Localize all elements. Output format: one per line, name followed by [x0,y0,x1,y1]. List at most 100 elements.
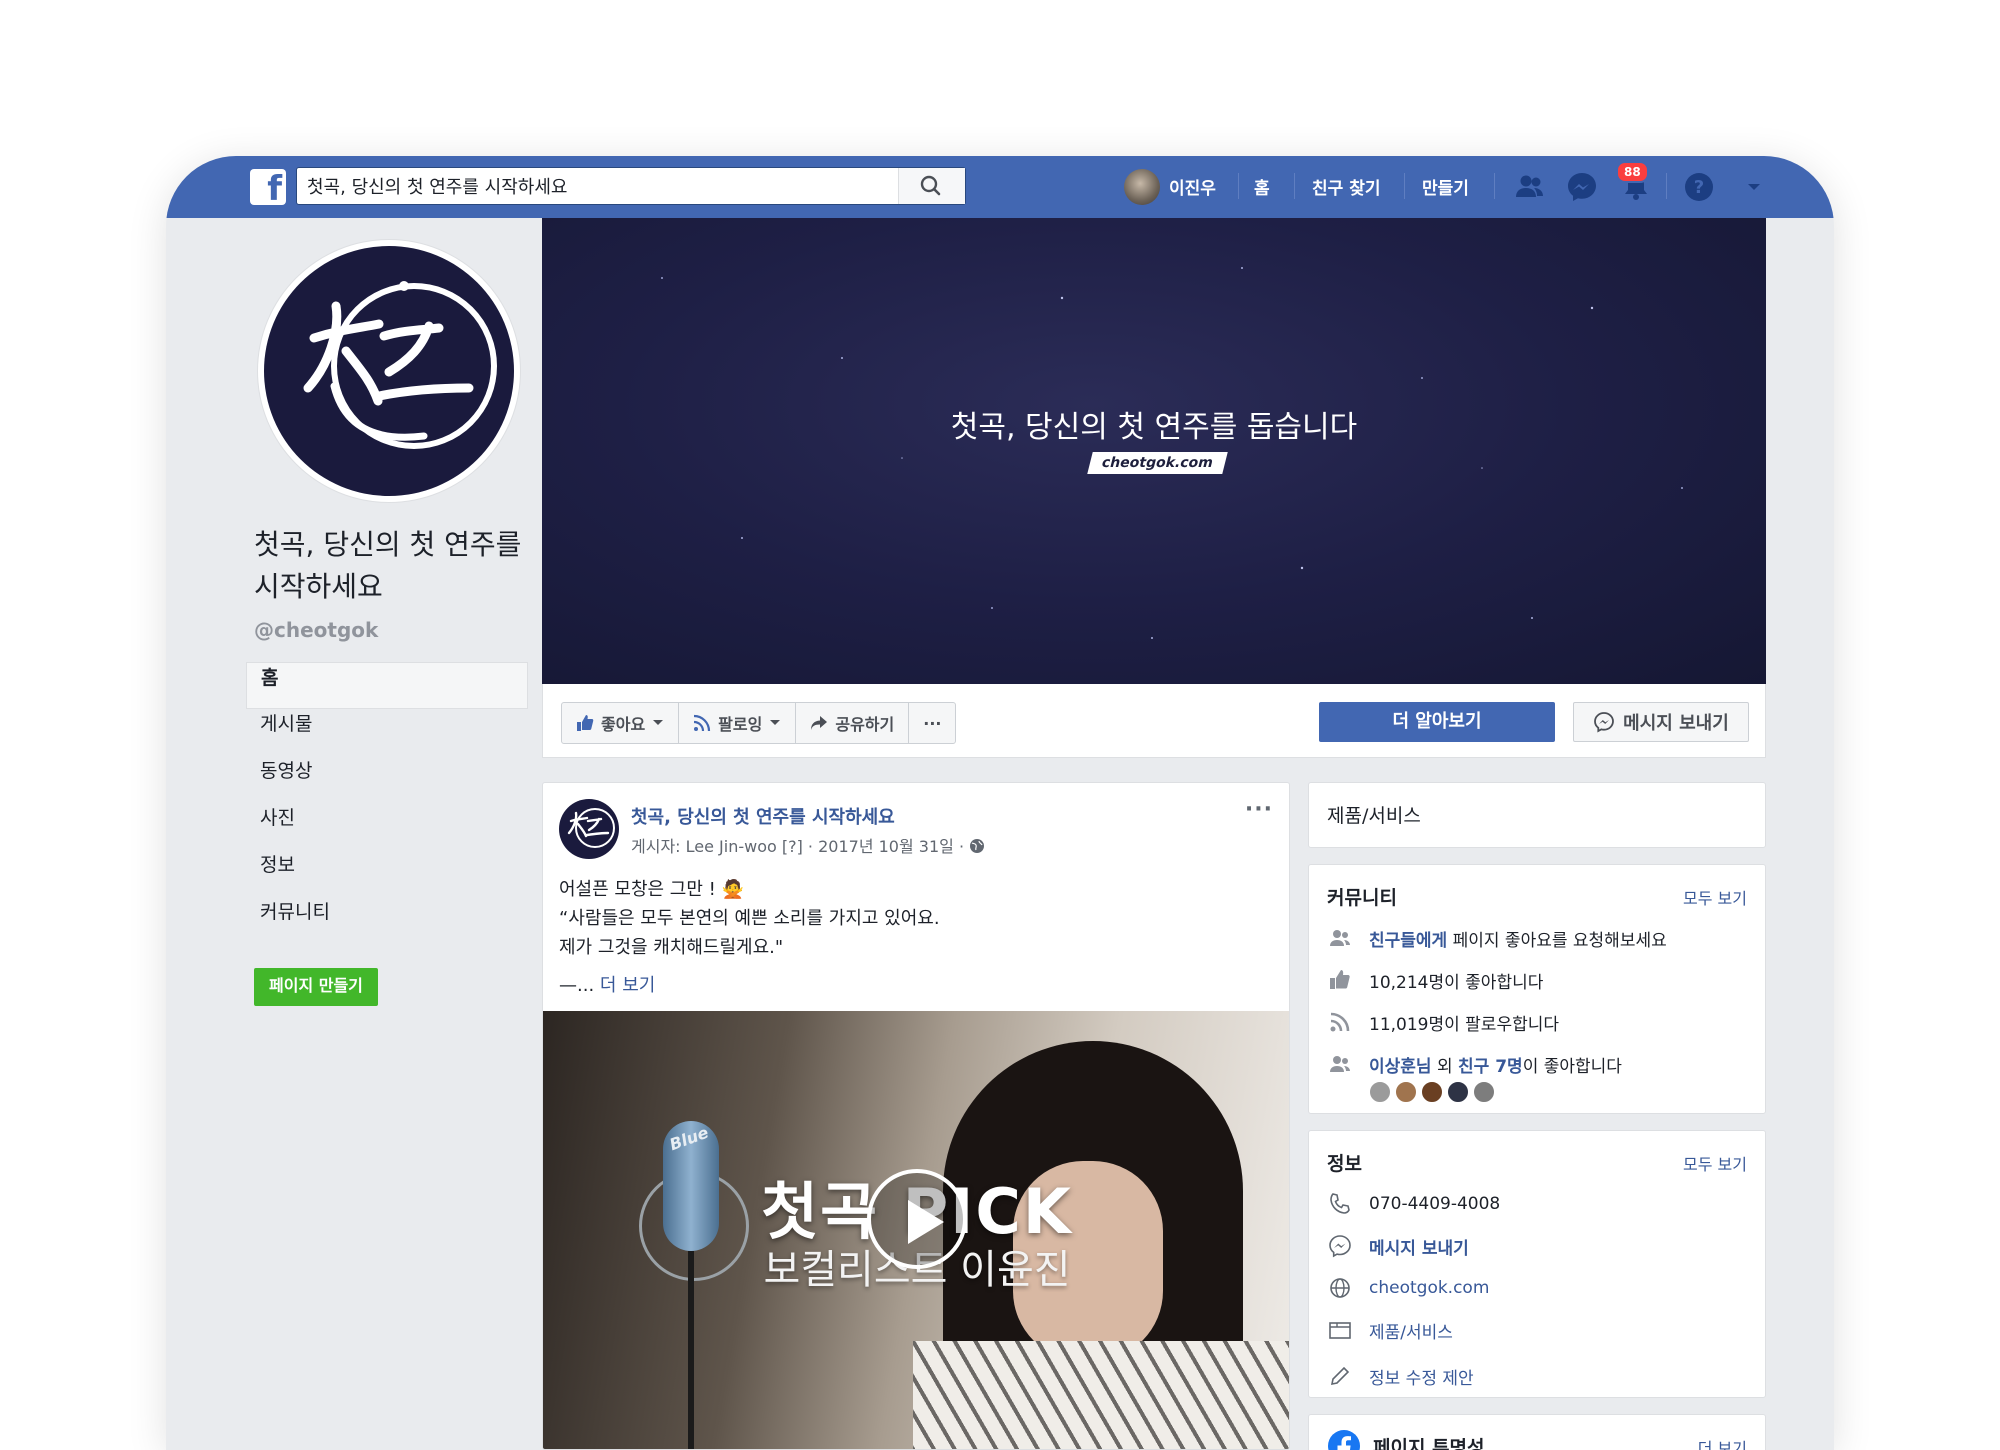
send-message-button[interactable]: 메시지 보내기 [1573,702,1749,742]
more-dots-icon: ··· [923,713,942,733]
cover-url-tag: cheotgok.com [1087,452,1228,474]
browser-frame: f 이진우 홈 친구 찾기 만들기 88 ? [166,156,1834,1450]
user-avatar[interactable] [1124,169,1160,205]
post-body: 어설픈 모창은 그만 ! 🙅 “사람들은 모두 본연의 예쁜 소리를 가지고 있… [559,875,940,962]
nav-divider [1666,173,1667,199]
learn-more-button[interactable]: 더 알아보기 [1319,702,1555,742]
nav-find-friends[interactable]: 친구 찾기 [1312,174,1380,199]
invite-friends-suffix: 페이지 좋아요를 요청해보세요 [1452,930,1667,951]
share-label: 공유하기 [835,715,895,734]
website-row: cheotgok.com [1327,1275,1489,1301]
left-column: 첫곡, 당신의 첫 연주를 시작하세요 @cheotgok 홈 게시물 동영상 … [166,218,536,1450]
phone-icon [1330,1193,1350,1214]
suggest-edit-link[interactable]: 정보 수정 제안 [1369,1364,1474,1389]
nav-user-name[interactable]: 이진우 [1169,174,1216,199]
friend-name-link[interactable]: 이상훈님 [1369,1057,1432,1077]
post-author-name[interactable]: 첫곡, 당신의 첫 연주를 시작하세요 [631,803,895,829]
more-options-button[interactable]: ··· [909,703,955,743]
friend-avatar[interactable] [1369,1081,1391,1103]
account-menu-caret-icon[interactable] [1736,169,1772,205]
share-button[interactable]: 공유하기 [796,703,910,743]
chevron-down-icon [770,720,781,725]
friend-avatar[interactable] [1421,1081,1443,1103]
follows-count: 11,019명이 팔로우합니다 [1369,1014,1560,1035]
starfield [661,267,1683,639]
post-line: 어설픈 모창은 그만 ! 🙅 [559,879,744,900]
follows-count-row: 11,019명이 팔로우합니다 [1327,1009,1559,1035]
info-see-all-link[interactable]: 모두 보기 [1683,1151,1747,1175]
friend-count-link[interactable]: 친구 7명 [1458,1057,1523,1077]
facebook-logo-icon[interactable]: f [250,169,286,209]
post-meta-text: 게시자: Lee Jin-woo [?] · 2017년 10월 31일 · [631,837,965,856]
like-button[interactable]: 좋아요 [562,703,680,743]
website-link[interactable]: cheotgok.com [1369,1278,1489,1298]
invite-friends-row: 친구들에게 페이지 좋아요를 요청해보세요 [1327,925,1667,951]
info-card-title: 정보 [1327,1153,1362,1175]
play-button-icon[interactable] [867,1169,967,1269]
page-sidebar-nav: 홈 게시물 동영상 사진 정보 커뮤니티 [246,662,528,944]
send-message-link[interactable]: 메시지 보내기 [1369,1234,1469,1259]
box-icon [1329,1322,1351,1339]
community-card: 커뮤니티 모두 보기 친구들에게 페이지 좋아요를 요청해보세요 10,214명… [1308,864,1766,1114]
see-more-row: —... 더 보기 [559,971,655,997]
sidebar-item-community[interactable]: 커뮤니티 [246,897,528,944]
follow-button[interactable]: 팔로잉 [679,703,797,743]
post-options-icon[interactable]: ··· [1245,797,1273,822]
cover-photo[interactable]: 첫곡, 당신의 첫 연주를 돕습니다 cheotgok.com [542,218,1766,684]
nav-home[interactable]: 홈 [1254,174,1270,199]
notification-badge: 88 [1616,161,1649,183]
singer-shirt [913,1341,1289,1449]
nav-divider [1494,173,1495,199]
follow-label: 팔로잉 [718,715,763,734]
facebook-logo-letter: f [267,169,282,209]
chevron-down-icon [653,720,664,725]
search-input[interactable] [297,168,907,204]
friend-mid-text: 외 [1431,1056,1459,1077]
community-card-title: 커뮤니티 [1327,887,1397,909]
phone-number[interactable]: 070-4409-4008 [1369,1194,1500,1214]
cheotgok-logo [264,246,514,496]
invite-friends-link[interactable]: 친구들에게 [1369,931,1447,951]
rss-follow-icon [694,714,711,732]
sidebar-item-posts[interactable]: 게시물 [246,709,528,756]
products-link[interactable]: 제품/서비스 [1369,1318,1453,1343]
friend-avatar[interactable] [1395,1081,1417,1103]
globe-icon [970,839,985,853]
friend-requests-icon[interactable] [1511,169,1547,205]
transparency-see-more-link[interactable]: 더 보기 [1698,1435,1747,1450]
message-row: 메시지 보내기 [1327,1233,1469,1259]
page-profile-picture[interactable] [258,240,520,502]
post-line: “사람들은 모두 본연의 예쁜 소리를 가지고 있어요. [559,908,940,929]
send-message-label: 메시지 보내기 [1623,713,1729,734]
page-title: 첫곡, 당신의 첫 연주를 시작하세요 [254,528,522,603]
nav-create[interactable]: 만들기 [1422,174,1469,199]
nav-divider [1238,173,1239,199]
nav-divider [1404,173,1405,199]
info-card: 정보 모두 보기 070-4409-4008 메시지 보내기 cheotgok.… [1308,1130,1766,1398]
create-page-button[interactable]: 페이지 만들기 [254,968,378,1006]
see-more-prefix: —... [559,975,595,996]
page-action-bar: 좋아요 팔로잉 공유하기 ··· 더 알아보기 메시지 보내기 [542,684,1766,758]
messenger-icon[interactable] [1564,169,1600,205]
suggest-edit-row: 정보 수정 제안 [1327,1363,1474,1389]
page-handle[interactable]: @cheotgok [254,618,378,642]
share-arrow-icon [811,716,828,730]
community-see-all-link[interactable]: 모두 보기 [1683,885,1747,909]
help-icon[interactable]: ? [1681,169,1717,205]
friend-avatar[interactable] [1447,1081,1469,1103]
rss-follow-icon [1330,1012,1350,1032]
post-author-avatar[interactable] [559,799,619,859]
sidebar-item-photos[interactable]: 사진 [246,803,528,850]
sidebar-item-about[interactable]: 정보 [246,850,528,897]
post-meta: 게시자: Lee Jin-woo [?] · 2017년 10월 31일 · [631,833,985,857]
search-button[interactable] [898,168,965,204]
cheotgok-logo-mark [303,281,497,449]
sidebar-item-home[interactable]: 홈 [246,662,528,709]
likes-count: 10,214명이 좋아합니다 [1369,972,1544,993]
invite-friends-text: 친구들에게 페이지 좋아요를 요청해보세요 [1369,926,1667,951]
friend-avatar[interactable] [1473,1081,1495,1103]
products-card[interactable]: 제품/서비스 [1308,782,1766,848]
see-more-link[interactable]: 더 보기 [600,975,655,996]
post-video[interactable]: Blue 첫곡 PICK 보컬리스트 이윤진 [543,1011,1289,1449]
sidebar-item-videos[interactable]: 동영상 [246,756,528,803]
